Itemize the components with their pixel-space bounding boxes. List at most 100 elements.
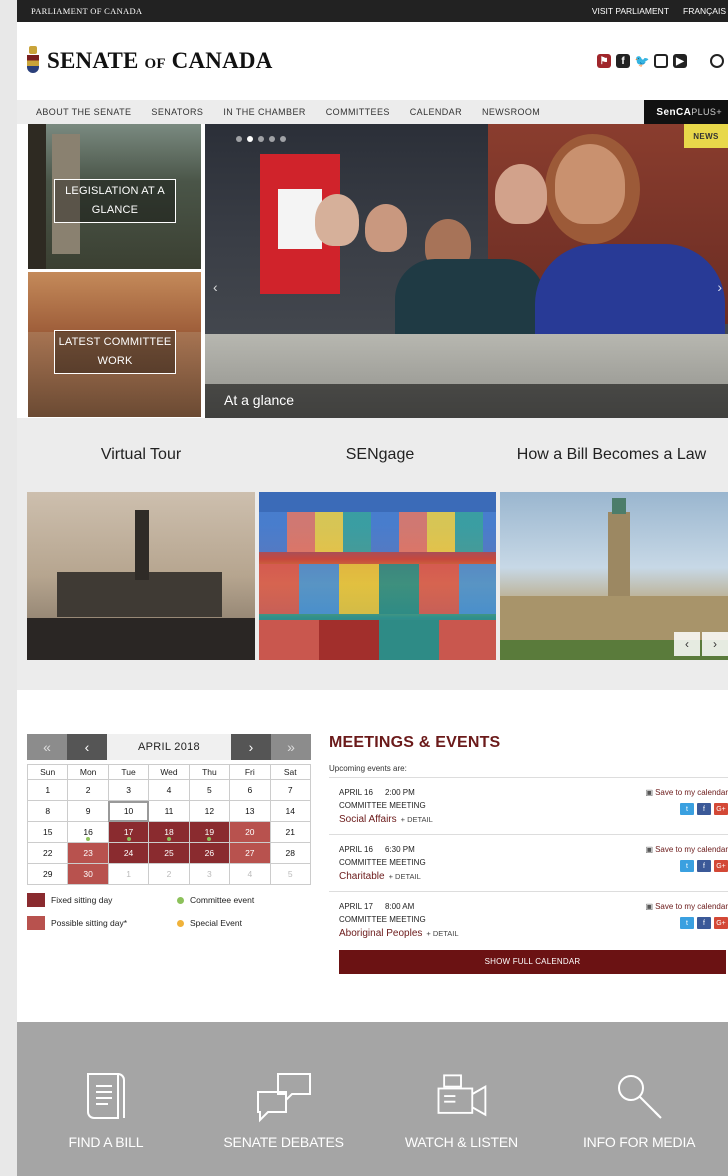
virtual-tour-title[interactable]: Virtual Tour	[17, 446, 265, 464]
calendar-day[interactable]: 28	[269, 842, 312, 864]
search-icon[interactable]	[710, 54, 724, 68]
prev-month-icon[interactable]: ‹	[67, 734, 107, 760]
calendar-day[interactable]: 14	[269, 800, 312, 822]
committee-work-tile[interactable]: LATEST COMMITTEE WORK	[28, 272, 201, 417]
calendar-day[interactable]: 30	[67, 863, 109, 885]
calendar-day[interactable]: 1	[26, 779, 69, 801]
twitter-icon[interactable]: 🐦	[635, 54, 649, 68]
save-to-calendar-link[interactable]: Save to my calendar	[646, 902, 728, 911]
committee-event-dot	[126, 837, 131, 841]
feature-next-icon[interactable]: ›	[702, 632, 728, 656]
visit-parliament-link[interactable]: VISIT PARLIAMENT	[592, 6, 669, 16]
calendar-day[interactable]: 21	[269, 821, 312, 843]
calendar-day[interactable]: 1	[107, 863, 150, 885]
hero-carousel[interactable]: ‹ › At a glance NEWS	[205, 124, 728, 418]
calendar-day[interactable]: 2	[148, 863, 190, 885]
nav-about[interactable]: ABOUT THE SENATE	[36, 107, 131, 117]
calendar-day[interactable]: 19	[188, 821, 231, 843]
calendar-day[interactable]: 6	[229, 779, 271, 801]
calendar-day[interactable]: 23	[67, 842, 109, 864]
event-name-link[interactable]: Social Affairs	[339, 814, 397, 825]
senate-debates-card[interactable]: SENATE DEBATES	[195, 1022, 373, 1176]
event-type: COMMITTEE MEETING	[339, 801, 426, 810]
save-to-calendar-link[interactable]: Save to my calendar	[646, 788, 728, 797]
bill-law-image[interactable]: ‹ ›	[499, 492, 728, 660]
info-media-card[interactable]: INFO FOR MEDIA	[550, 1022, 728, 1176]
share-google-icon[interactable]: G+	[714, 860, 728, 872]
calendar-day[interactable]: 4	[229, 863, 271, 885]
calendar-day[interactable]: 27	[229, 842, 271, 864]
calendar-day[interactable]: 11	[148, 800, 190, 822]
calendar-day[interactable]: 17	[107, 821, 150, 843]
find-a-bill-card[interactable]: FIND A BILL	[17, 1022, 195, 1176]
sencaplus-link[interactable]: SenCA PLUS+	[644, 100, 728, 124]
event-date: APRIL 17	[339, 902, 373, 911]
instagram-icon[interactable]	[654, 54, 668, 68]
sengage-title[interactable]: SENgage	[265, 446, 495, 464]
event-detail-link[interactable]: + DETAIL	[389, 872, 421, 881]
facebook-icon[interactable]: f	[616, 54, 630, 68]
share-facebook-icon[interactable]: f	[697, 803, 711, 815]
calendar-day[interactable]: 8	[26, 800, 69, 822]
calendar-day[interactable]: 3	[107, 779, 150, 801]
footer-links: FIND A BILL SENATE DEBATES WATCH & LISTE…	[17, 1022, 728, 1176]
share-google-icon[interactable]: G+	[714, 917, 728, 929]
calendar-day[interactable]: 20	[229, 821, 271, 843]
calendar-day[interactable]: 22	[26, 842, 69, 864]
bill-law-title[interactable]: How a Bill Becomes a Law	[495, 446, 728, 464]
calendar-day[interactable]: 3	[188, 863, 231, 885]
calendar-day[interactable]: 24	[107, 842, 150, 864]
calendar-day[interactable]: 12	[188, 800, 231, 822]
share-google-icon[interactable]: G+	[714, 803, 728, 815]
calendar-day[interactable]: 16	[67, 821, 109, 843]
calendar-day[interactable]: 15	[26, 821, 69, 843]
event-name-link[interactable]: Aboriginal Peoples	[339, 928, 422, 939]
carousel-dots[interactable]	[236, 136, 286, 142]
calendar-day[interactable]: 25	[148, 842, 190, 864]
calendar-day[interactable]: 4	[148, 779, 190, 801]
show-full-calendar-button[interactable]: SHOW FULL CALENDAR	[339, 950, 726, 974]
senca-icon[interactable]: ⚑	[597, 54, 611, 68]
legislation-tile[interactable]: LEGISLATION AT A GLANCE	[28, 124, 201, 269]
calendar-day[interactable]: 26	[188, 842, 231, 864]
event-detail-link[interactable]: + DETAIL	[426, 929, 458, 938]
weekday-header: Tue	[107, 764, 150, 780]
event-name-link[interactable]: Charitable	[339, 871, 385, 882]
calendar-day[interactable]: 2	[67, 779, 109, 801]
next-month-icon[interactable]: ›	[231, 734, 271, 760]
nav-newsroom[interactable]: NEWSROOM	[482, 107, 540, 117]
nav-chamber[interactable]: IN THE CHAMBER	[223, 107, 305, 117]
calendar-day[interactable]: 13	[229, 800, 271, 822]
calendar-day[interactable]: 10	[107, 800, 150, 822]
save-to-calendar-link[interactable]: Save to my calendar	[646, 845, 728, 854]
carousel-prev-icon[interactable]: ‹	[213, 279, 218, 295]
share-facebook-icon[interactable]: f	[697, 917, 711, 929]
carousel-next-icon[interactable]: ›	[717, 279, 722, 295]
event-type: COMMITTEE MEETING	[339, 858, 426, 867]
calendar-day[interactable]: 5	[269, 863, 312, 885]
parliament-link[interactable]: PARLIAMENT OF CANADA	[31, 6, 142, 16]
nav-senators[interactable]: SENATORS	[151, 107, 203, 117]
calendar-day[interactable]: 9	[67, 800, 109, 822]
watch-listen-card[interactable]: WATCH & LISTEN	[373, 1022, 551, 1176]
nav-calendar[interactable]: CALENDAR	[410, 107, 462, 117]
next-year-icon[interactable]: »	[271, 734, 311, 760]
calendar-day[interactable]: 5	[188, 779, 231, 801]
calendar-day[interactable]: 18	[148, 821, 190, 843]
language-toggle[interactable]: FRANÇAIS	[683, 6, 726, 16]
calendar-day[interactable]: 29	[26, 863, 69, 885]
share-twitter-icon[interactable]: t	[680, 917, 694, 929]
calendar-day[interactable]: 7	[269, 779, 312, 801]
youtube-icon[interactable]: ▶	[673, 54, 687, 68]
prev-year-icon[interactable]: «	[27, 734, 67, 760]
nav-committees[interactable]: COMMITTEES	[326, 107, 390, 117]
event-detail-link[interactable]: + DETAIL	[401, 815, 433, 824]
senate-logo[interactable]: SENATE OF CANADA	[27, 46, 273, 76]
share-twitter-icon[interactable]: t	[680, 803, 694, 815]
news-badge[interactable]: NEWS	[684, 124, 728, 148]
sengage-image[interactable]	[259, 492, 496, 660]
virtual-tour-image[interactable]	[27, 492, 256, 660]
share-facebook-icon[interactable]: f	[697, 860, 711, 872]
share-twitter-icon[interactable]: t	[680, 860, 694, 872]
feature-prev-icon[interactable]: ‹	[674, 632, 701, 656]
